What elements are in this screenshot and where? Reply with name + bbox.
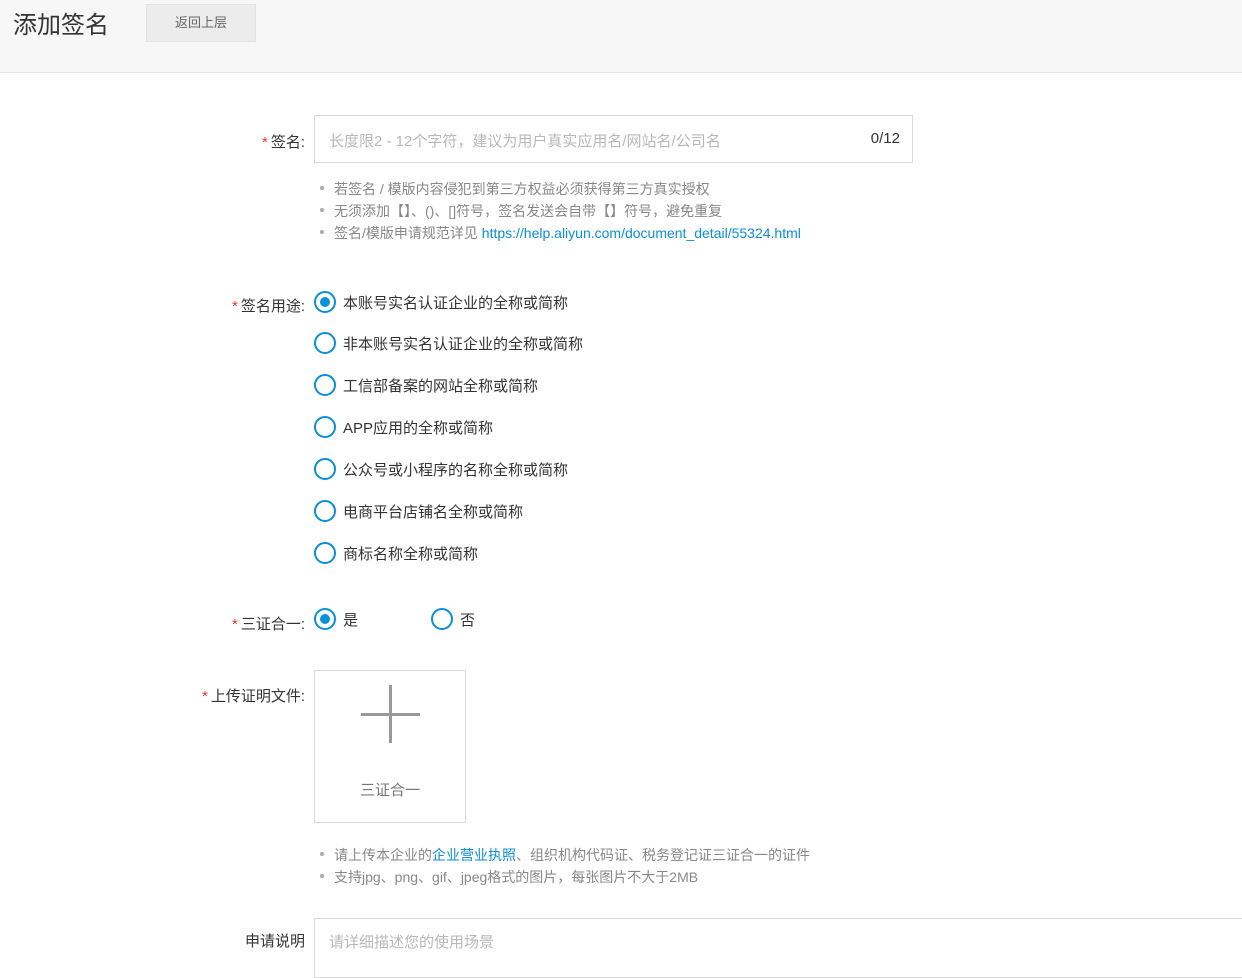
bullet-icon xyxy=(320,874,324,879)
description-textarea[interactable]: 请详细描述您的使用场景 xyxy=(314,918,1242,978)
radio-checked-icon[interactable] xyxy=(314,608,336,630)
purpose-option[interactable]: 本账号实名认证企业的全称或简称 xyxy=(314,289,568,315)
purpose-label-text: 签名用途: xyxy=(240,298,305,315)
description-placeholder: 请详细描述您的使用场景 xyxy=(329,934,495,951)
bullet-icon xyxy=(320,852,324,857)
radio-checked-icon[interactable] xyxy=(314,291,336,313)
three-in-one-label-text: 三证合一: xyxy=(240,616,305,633)
signature-label-text: 签名: xyxy=(270,134,305,151)
purpose-option[interactable]: APP应用的全称或简称 xyxy=(314,414,493,440)
radio-icon[interactable] xyxy=(314,374,336,396)
radio-icon[interactable] xyxy=(314,542,336,564)
back-button[interactable]: 返回上层 xyxy=(146,4,256,42)
three-in-one-no[interactable]: 否 xyxy=(431,606,475,632)
radio-icon[interactable] xyxy=(431,608,453,630)
business-license-link[interactable]: 企业营业执照 xyxy=(432,847,516,863)
upload-label: * 上传证明文件: xyxy=(202,685,305,706)
upload-hints: 请上传本企业的企业营业执照、组织机构代码证、税务登记证三证合一的证件 支持jpg… xyxy=(318,844,810,888)
upload-label-text: 上传证明文件: xyxy=(210,688,305,705)
radio-icon[interactable] xyxy=(314,500,336,522)
three-in-one-yes[interactable]: 是 xyxy=(314,606,358,632)
purpose-option[interactable]: 工信部备案的网站全称或简称 xyxy=(314,372,538,398)
required-mark: * xyxy=(231,616,238,633)
description-label: 申请说明 xyxy=(244,933,305,950)
signature-placeholder: 长度限2 - 12个字符，建议为用户真实应用名/网站名/公司名 xyxy=(329,133,721,150)
page-header: 添加签名 返回上层 xyxy=(0,0,1242,73)
upload-hint: 支持jpg、png、gif、jpeg格式的图片，每张图片不大于2MB xyxy=(318,866,810,888)
required-mark: * xyxy=(231,298,238,315)
purpose-option[interactable]: 商标名称全称或简称 xyxy=(314,540,478,566)
radio-icon[interactable] xyxy=(314,416,336,438)
signature-hint: 无须添加【】、()、[]符号，签名发送会自带【】符号，避免重复 xyxy=(318,200,801,222)
purpose-option[interactable]: 非本账号实名认证企业的全称或简称 xyxy=(314,330,583,356)
signature-char-counter: 0/12 xyxy=(870,130,900,147)
signature-hint: 签名/模版申请规范详见 https://help.aliyun.com/docu… xyxy=(318,222,801,244)
upload-box[interactable]: 三证合一 xyxy=(314,670,466,823)
upload-hint: 请上传本企业的企业营业执照、组织机构代码证、税务登记证三证合一的证件 xyxy=(318,844,810,866)
radio-icon[interactable] xyxy=(314,458,336,480)
purpose-option[interactable]: 电商平台店铺名全称或简称 xyxy=(314,498,523,524)
purpose-label: * 签名用途: xyxy=(232,295,305,316)
page-title: 添加签名 xyxy=(13,12,109,39)
purpose-option[interactable]: 公众号或小程序的名称全称或简称 xyxy=(314,456,568,482)
signature-hint: 若签名 / 模版内容侵犯到第三方权益必须获得第三方真实授权 xyxy=(318,178,801,200)
signature-hints: 若签名 / 模版内容侵犯到第三方权益必须获得第三方真实授权 无须添加【】、()、… xyxy=(318,178,801,244)
three-in-one-label: * 三证合一: xyxy=(232,613,305,634)
bullet-icon xyxy=(320,208,324,213)
signature-label: * 签名: xyxy=(262,131,305,152)
signature-input[interactable]: 长度限2 - 12个字符，建议为用户真实应用名/网站名/公司名 0/12 xyxy=(314,115,913,163)
bullet-icon xyxy=(320,186,324,191)
required-mark: * xyxy=(201,688,208,705)
radio-icon[interactable] xyxy=(314,332,336,354)
bullet-icon xyxy=(320,230,324,235)
required-mark: * xyxy=(261,134,268,151)
upload-box-label: 三证合一 xyxy=(359,782,420,799)
guideline-link[interactable]: https://help.aliyun.com/document_detail/… xyxy=(482,225,801,241)
